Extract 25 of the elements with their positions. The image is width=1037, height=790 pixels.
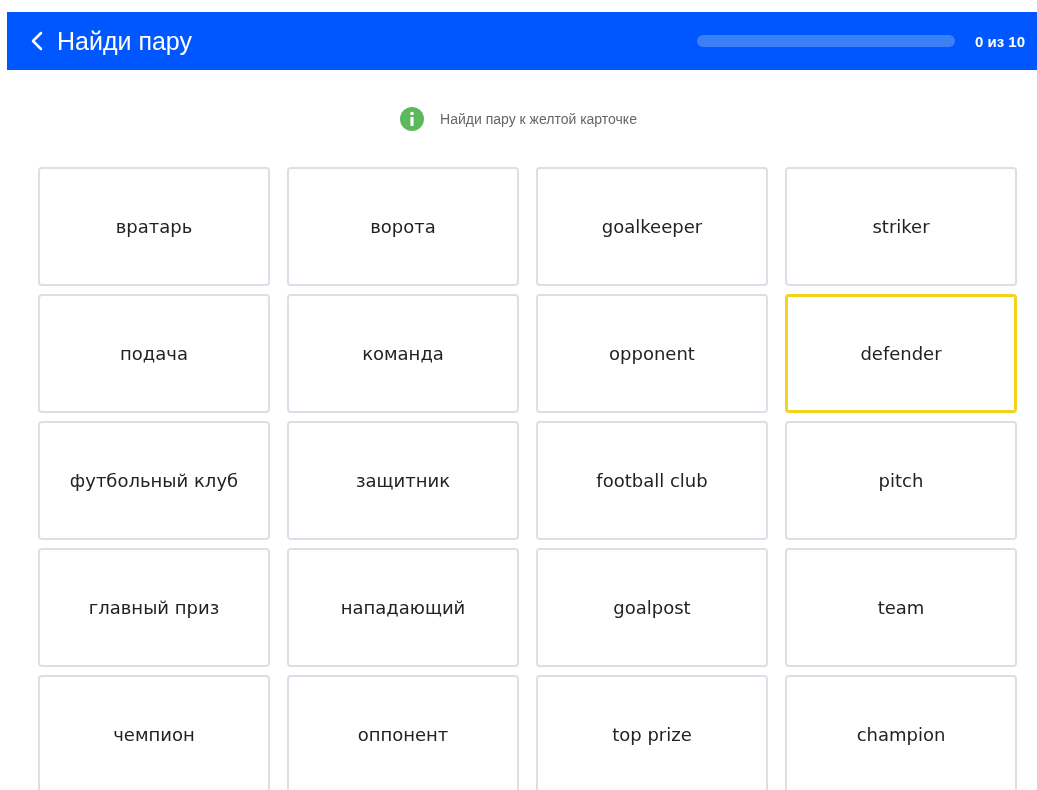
word-card[interactable]: оппонент	[287, 675, 519, 790]
word-card[interactable]: защитник	[287, 421, 519, 540]
word-card[interactable]: команда	[287, 294, 519, 413]
word-card[interactable]: defender	[785, 294, 1017, 413]
page-title: Найди пару	[57, 26, 193, 56]
word-card[interactable]: футбольный клуб	[38, 421, 270, 540]
word-card[interactable]: team	[785, 548, 1017, 667]
word-card[interactable]: подача	[38, 294, 270, 413]
progress-counter: 0 из 10	[974, 32, 1025, 50]
word-card[interactable]: top prize	[536, 675, 768, 790]
word-card[interactable]: чемпион	[38, 675, 270, 790]
word-card[interactable]: football club	[536, 421, 768, 540]
word-card[interactable]: вратарь	[38, 167, 270, 286]
word-card[interactable]: нападающий	[287, 548, 519, 667]
word-card[interactable]: goalpost	[536, 548, 768, 667]
back-icon	[31, 31, 43, 51]
word-card[interactable]: ворота	[287, 167, 519, 286]
info-icon	[400, 106, 425, 131]
word-card[interactable]: goalkeeper	[536, 167, 768, 286]
word-card[interactable]: opponent	[536, 294, 768, 413]
word-card[interactable]: champion	[785, 675, 1017, 790]
hint-text: Найди пару к желтой карточке	[440, 110, 637, 127]
word-card[interactable]: pitch	[785, 421, 1017, 540]
word-card[interactable]: главный приз	[38, 548, 270, 667]
word-card[interactable]: striker	[785, 167, 1017, 286]
